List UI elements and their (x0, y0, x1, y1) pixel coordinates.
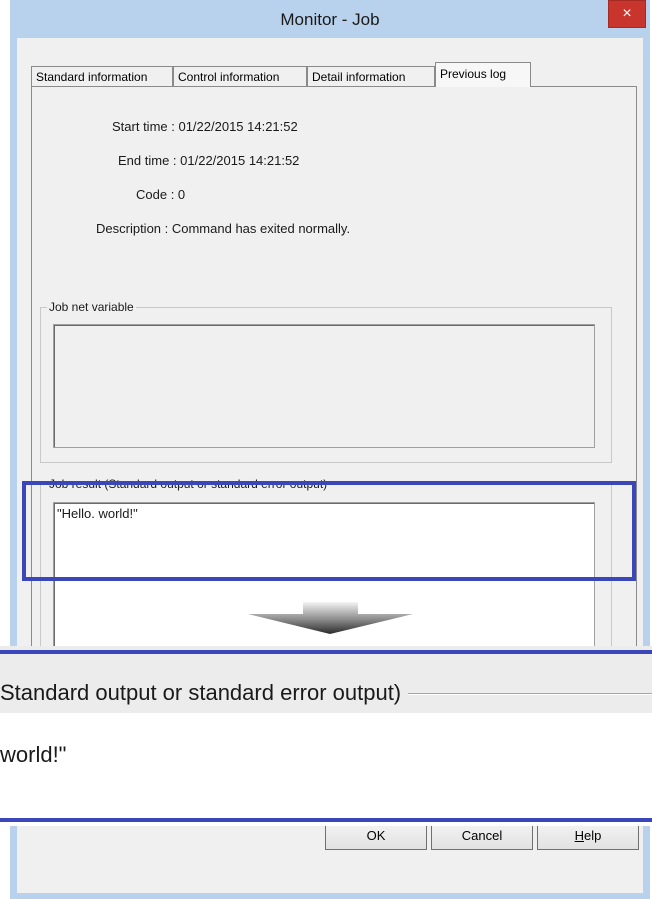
tab-detail-information[interactable]: Detail information (307, 66, 435, 86)
job-result-highlight (22, 481, 636, 581)
tab-previous-log[interactable]: Previous log (435, 62, 531, 87)
description: Description : Command has exited normall… (96, 221, 351, 236)
title-bar[interactable]: Monitor - Job × (10, 0, 650, 38)
help-accelerator: H (574, 828, 585, 843)
close-icon: × (622, 5, 632, 22)
down-arrow-icon (248, 602, 413, 634)
jobnet-variable-label: Job net variable (47, 300, 136, 314)
jobnet-variable-group: Job net variable (40, 300, 612, 463)
jobnet-variable-field[interactable] (53, 324, 595, 448)
cancel-button[interactable]: Cancel (431, 822, 533, 850)
end-time: End time : 01/22/2015 14:21:52 (118, 153, 300, 168)
ok-button[interactable]: OK (325, 822, 427, 850)
close-button[interactable]: × (608, 0, 646, 28)
help-label: elp (584, 828, 602, 843)
window-title: Monitor - Job (280, 10, 380, 29)
code: Code : 0 (136, 187, 186, 202)
tab-standard-information[interactable]: Standard information (31, 66, 173, 86)
start-time: Start time : 01/22/2015 14:21:52 (112, 119, 298, 134)
zoom-highlight (0, 650, 652, 822)
tab-control-information[interactable]: Control information (173, 66, 307, 86)
help-button[interactable]: Help (537, 822, 639, 850)
